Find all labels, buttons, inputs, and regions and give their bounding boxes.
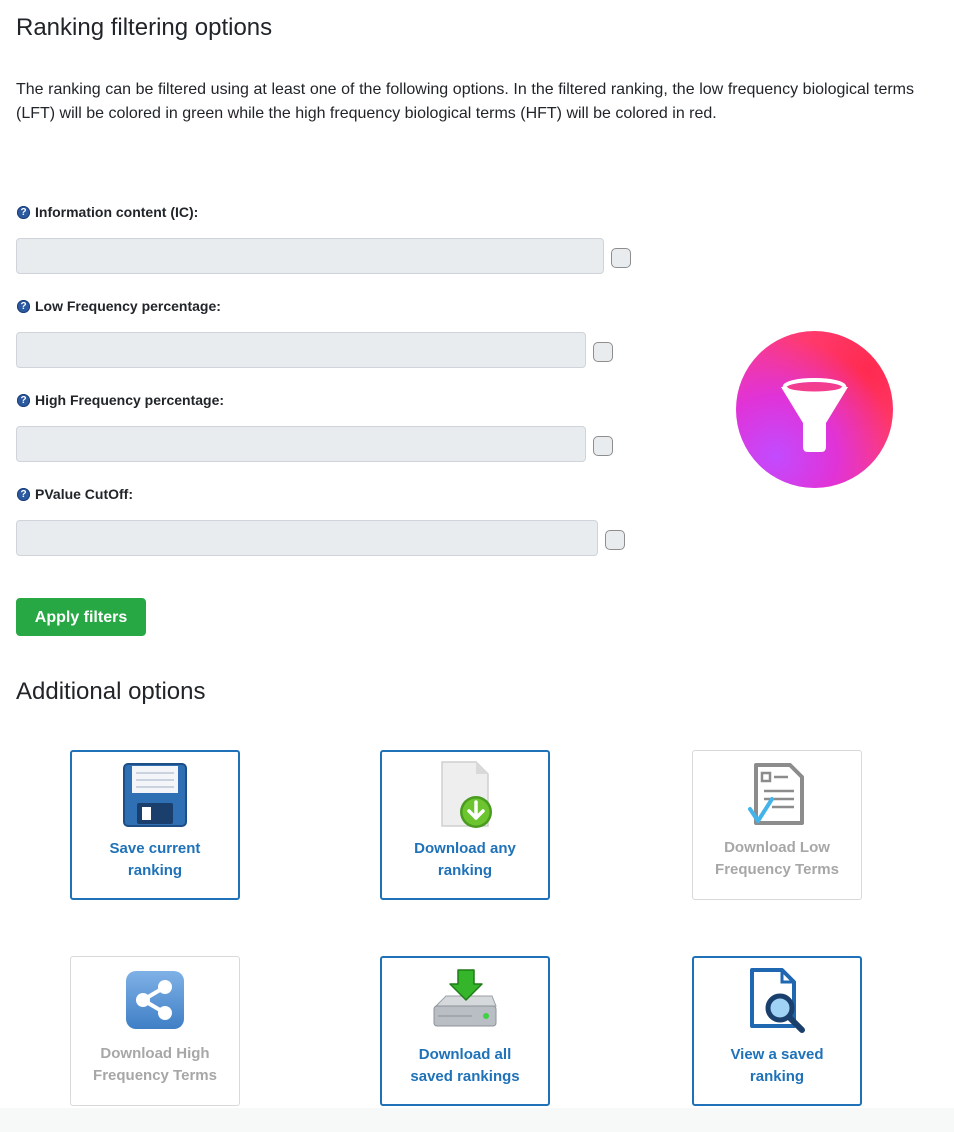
download-low-frequency-terms-label: Download Low Frequency Terms <box>715 839 839 878</box>
download-any-ranking-label: Download any ranking <box>414 840 516 879</box>
high-frequency-label-text: High Frequency percentage: <box>35 392 225 408</box>
pvalue-input[interactable] <box>16 520 598 556</box>
pvalue-label: ? PValue CutOff: <box>17 486 133 502</box>
low-frequency-input[interactable] <box>16 332 586 368</box>
download-low-frequency-terms-button[interactable]: Download Low Frequency Terms <box>692 750 862 900</box>
checklist-document-icon <box>748 763 804 825</box>
ic-label: ? Information content (IC): <box>17 204 198 220</box>
ic-checkbox[interactable] <box>611 248 631 268</box>
hard-drive-download-icon <box>433 969 497 1027</box>
low-frequency-checkbox[interactable] <box>593 342 613 362</box>
help-icon[interactable]: ? <box>17 393 30 407</box>
low-frequency-label-text: Low Frequency percentage: <box>35 298 221 314</box>
save-current-ranking-button[interactable]: Save current ranking <box>70 750 240 900</box>
help-icon[interactable]: ? <box>17 487 30 501</box>
help-icon[interactable]: ? <box>17 205 30 219</box>
help-icon[interactable]: ? <box>17 299 30 313</box>
high-frequency-input[interactable] <box>16 426 586 462</box>
download-high-frequency-terms-button[interactable]: Download High Frequency Terms <box>70 956 240 1106</box>
view-saved-ranking-label: View a saved ranking <box>730 1046 824 1085</box>
footer-strip <box>0 1108 954 1132</box>
ic-label-text: Information content (IC): <box>35 204 199 220</box>
document-search-icon <box>750 968 805 1033</box>
ic-input[interactable] <box>16 238 604 274</box>
pvalue-label-text: PValue CutOff: <box>35 486 134 502</box>
download-all-saved-rankings-button[interactable]: Download all saved rankings <box>380 956 550 1106</box>
low-frequency-label: ? Low Frequency percentage: <box>17 298 221 314</box>
apply-filters-button[interactable]: Apply filters <box>16 598 146 636</box>
download-high-frequency-terms-label: Download High Frequency Terms <box>93 1045 217 1084</box>
share-icon <box>126 971 184 1029</box>
view-saved-ranking-button[interactable]: View a saved ranking <box>692 956 862 1106</box>
intro-text: The ranking can be filtered using at lea… <box>16 81 914 122</box>
floppy-disk-icon <box>123 763 187 827</box>
download-all-saved-rankings-label: Download all saved rankings <box>410 1046 520 1085</box>
additional-options-title: Additional options <box>16 678 206 705</box>
page-title: Ranking filtering options <box>16 14 273 41</box>
high-frequency-checkbox[interactable] <box>593 436 613 456</box>
download-any-ranking-button[interactable]: Download any ranking <box>380 750 550 900</box>
document-download-icon <box>441 761 492 828</box>
save-current-ranking-label: Save current ranking <box>109 840 201 879</box>
pvalue-checkbox[interactable] <box>605 530 625 550</box>
high-frequency-label: ? High Frequency percentage: <box>17 392 224 408</box>
filter-funnel-icon <box>736 331 893 488</box>
